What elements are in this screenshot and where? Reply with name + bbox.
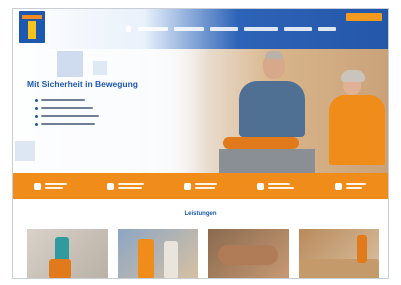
nav-item-1[interactable] [138, 26, 168, 31]
hero-bullet [35, 96, 99, 104]
phone-icon [107, 182, 114, 190]
check-icon [35, 122, 38, 126]
photo-person [49, 259, 71, 278]
check-icon [34, 182, 41, 190]
photo-hands [218, 245, 278, 265]
hero-bullet-text [41, 107, 93, 109]
patient-hair [265, 51, 283, 59]
hero-bullet-text [41, 123, 95, 125]
hero-bullet [35, 104, 99, 112]
services-heading: Leistungen [184, 211, 217, 217]
service-card-image[interactable] [208, 229, 289, 278]
header-cta-button[interactable] [346, 13, 382, 21]
logo-bar [22, 15, 42, 19]
main-navigation [125, 25, 336, 32]
patient-figure [239, 81, 305, 137]
company-logo[interactable] [19, 11, 45, 43]
service-card-image[interactable] [117, 229, 198, 278]
photo-person [163, 241, 178, 278]
hero-title: Mit Sicherheit in Bewegung [27, 79, 138, 89]
hero-bullet-text [41, 99, 85, 101]
therapist-figure [329, 95, 385, 165]
hero-bullet [35, 112, 99, 120]
decor-square [57, 51, 83, 77]
nav-item-6[interactable] [318, 26, 336, 31]
nav-item-2[interactable] [174, 26, 204, 31]
logo-stem [28, 21, 36, 39]
feature-bar [13, 173, 388, 199]
decor-square [93, 61, 107, 75]
therapy-machine [219, 149, 315, 173]
therapist-hair [341, 70, 365, 82]
hero-bullet-text [41, 115, 99, 117]
hero-bullet [35, 120, 99, 128]
check-icon [35, 106, 38, 110]
calendar-icon [184, 182, 191, 190]
check-icon [35, 98, 38, 102]
machine-roller [223, 137, 299, 149]
hero-bullet-list [35, 96, 99, 128]
nav-item-3[interactable] [210, 26, 238, 31]
check-icon [35, 114, 38, 118]
nav-item-4[interactable] [244, 26, 278, 31]
photo-equipment [356, 235, 367, 263]
camera-icon [257, 182, 264, 190]
hero-banner: Mit Sicherheit in Bewegung [13, 49, 388, 173]
feature-item[interactable] [313, 173, 388, 199]
site-header [13, 9, 388, 49]
photo-floor [298, 259, 379, 278]
service-card-image[interactable] [298, 229, 379, 278]
nav-item-5[interactable] [284, 26, 312, 31]
browser-viewport: Mit Sicherheit in Bewegung Leistungen [12, 8, 389, 279]
feature-item[interactable] [163, 173, 238, 199]
feature-item[interactable] [13, 173, 88, 199]
decor-square [15, 141, 35, 161]
services-gallery [27, 229, 379, 278]
location-icon [335, 182, 342, 190]
feature-item[interactable] [88, 173, 163, 199]
photo-person [137, 239, 154, 278]
service-card-image[interactable] [27, 229, 108, 278]
feature-item[interactable] [238, 173, 313, 199]
home-icon[interactable] [125, 25, 132, 32]
